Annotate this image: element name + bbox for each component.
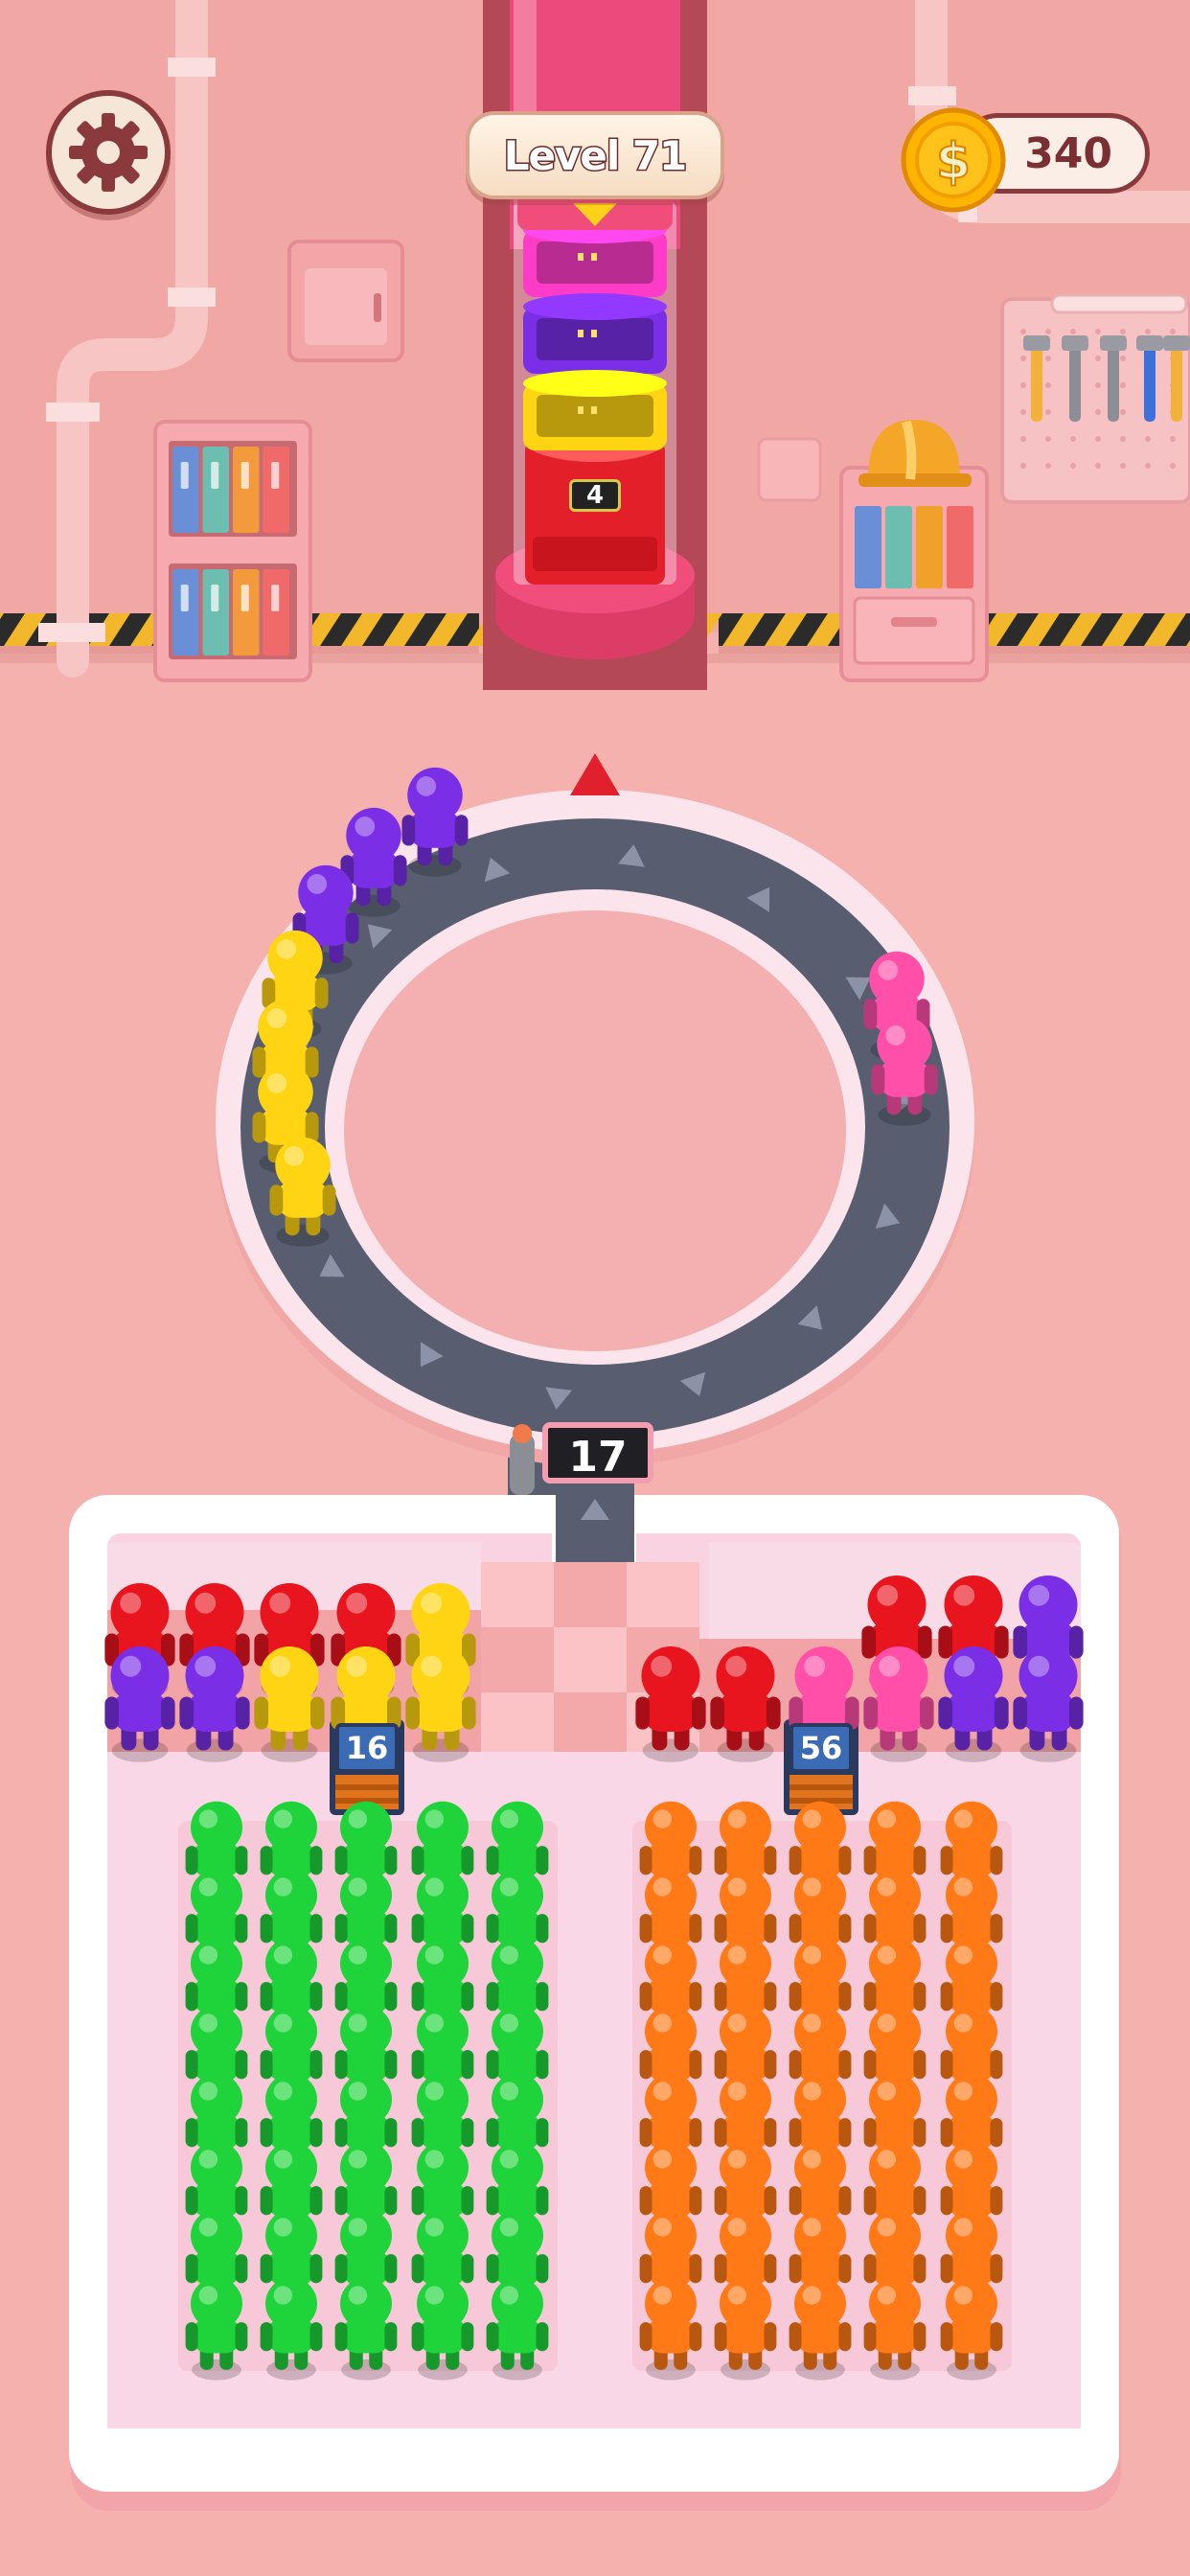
game-scene [0, 0, 1190, 2576]
color-lift [483, 0, 707, 690]
binder [172, 569, 199, 656]
tool-icon [1144, 345, 1156, 422]
lift-counter: 4 [569, 479, 621, 512]
binder [202, 447, 229, 533]
wall-panel [757, 437, 822, 502]
settings-button[interactable] [46, 90, 171, 215]
gear-icon [69, 113, 148, 192]
tool-icon [1171, 345, 1182, 422]
binder [947, 506, 973, 588]
level-indicator: Level 71 [466, 111, 724, 199]
floor-tile [554, 1692, 627, 1758]
binder [233, 569, 260, 656]
tool-icon [1069, 345, 1081, 422]
floor-tile [481, 1692, 554, 1758]
dollar-coin-icon: $ [901, 107, 1006, 213]
level-label: Level 71 [502, 130, 689, 180]
ring-center [344, 910, 846, 1351]
binder [263, 447, 289, 533]
tool-icon [1031, 345, 1042, 422]
coin-value: 340 [1024, 128, 1112, 178]
binder [233, 447, 260, 533]
binder [855, 506, 881, 588]
gate-right-counter: 56 [790, 1723, 853, 1773]
ring-capacity-counter: 17 [542, 1422, 653, 1484]
binder [202, 569, 229, 656]
binder-cabinet-right [839, 466, 989, 682]
game-screen: Level 71 340 $ 4 17 16 56 [0, 0, 1190, 2576]
svg-text:$: $ [936, 133, 971, 191]
binder [172, 447, 199, 533]
binder-cabinet-left [153, 420, 312, 682]
tool-board [1000, 293, 1190, 504]
gate-left-counter: 16 [335, 1723, 399, 1773]
floor-tile [554, 1627, 627, 1692]
binder [263, 569, 289, 656]
floor-tile [554, 1562, 627, 1627]
floor-tile [627, 1562, 699, 1627]
floor-tile [481, 1562, 554, 1627]
binder [885, 506, 912, 588]
coin-counter: 340 $ [901, 107, 1154, 213]
binder [916, 506, 943, 588]
tool-icon [1108, 345, 1119, 422]
floor-tile [481, 1627, 554, 1692]
